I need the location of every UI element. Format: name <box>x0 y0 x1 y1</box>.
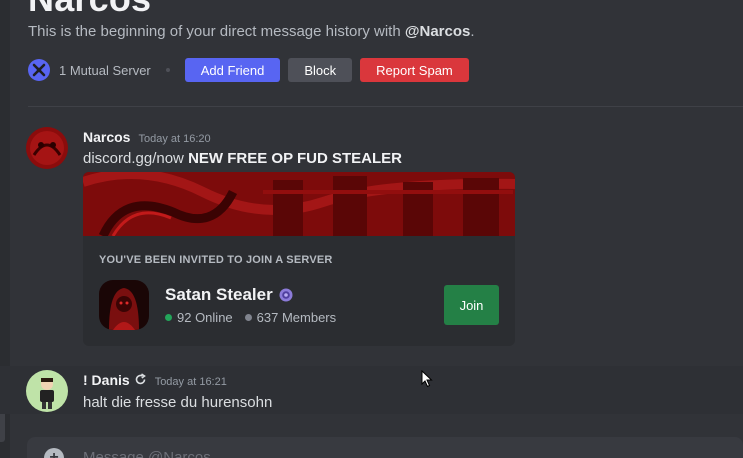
intro-suffix: . <box>470 23 475 40</box>
avatar[interactable] <box>26 370 68 412</box>
server-invite-card: YOU'VE BEEN INVITED TO JOIN A SERVER Sat… <box>83 172 515 346</box>
invite-banner-image <box>83 172 515 236</box>
join-server-button[interactable]: Join <box>444 285 499 325</box>
server-name-row: Satan Stealer <box>165 285 293 305</box>
username[interactable]: Narcos <box>83 129 130 145</box>
server-name[interactable]: Satan Stealer <box>165 285 273 305</box>
message-input[interactable] <box>83 449 683 458</box>
message-content: discord.gg/now NEW FREE OP FUD STEALER <box>83 150 402 167</box>
message-content: halt die fresse du hurensohn <box>83 394 273 411</box>
online-count: 92 Online <box>177 310 233 325</box>
add-attachment-icon[interactable]: + <box>44 448 64 458</box>
header-divider <box>28 106 743 107</box>
invite-link-text[interactable]: discord.gg/now <box>83 150 188 167</box>
mutual-server-icon[interactable] <box>28 59 50 81</box>
avatar[interactable] <box>26 127 68 169</box>
members-dot <box>244 314 252 321</box>
separator-dot <box>165 68 170 72</box>
dm-actions-row: 1 Mutual Server Add Friend Block Report … <box>28 58 469 82</box>
intro-handle: @Narcos <box>404 23 471 40</box>
report-spam-button[interactable]: Report Spam <box>360 58 469 82</box>
timestamp: Today at 16:21 <box>154 376 227 388</box>
username[interactable]: ! Danis <box>83 372 130 388</box>
server-icon[interactable] <box>99 280 149 330</box>
add-friend-button[interactable]: Add Friend <box>184 58 281 82</box>
refresh-icon <box>135 373 146 385</box>
dm-title: Narcos <box>28 0 151 20</box>
online-status-dot <box>165 314 172 321</box>
sidebar-scroll-knob[interactable] <box>0 410 5 442</box>
message-bold-text: NEW FREE OP FUD STEALER <box>188 150 402 167</box>
server-stats: 92 Online 637 Members <box>165 310 336 325</box>
invite-heading: YOU'VE BEEN INVITED TO JOIN A SERVER <box>99 254 333 266</box>
dm-intro-text: This is the beginning of your direct mes… <box>28 23 475 40</box>
mutual-servers-link[interactable]: 1 Mutual Server <box>59 63 151 78</box>
message-header: Narcos Today at 16:20 <box>83 129 211 145</box>
message-composer: + <box>27 437 743 458</box>
block-button[interactable]: Block <box>288 58 353 82</box>
server-badge-icon <box>279 288 293 302</box>
intro-prefix: This is the beginning of your direct mes… <box>28 23 405 40</box>
member-count: 637 Members <box>256 310 337 325</box>
mouse-pointer-icon <box>421 370 433 388</box>
message-header: ! Danis Today at 16:21 <box>83 372 227 388</box>
timestamp: Today at 16:20 <box>138 133 211 145</box>
